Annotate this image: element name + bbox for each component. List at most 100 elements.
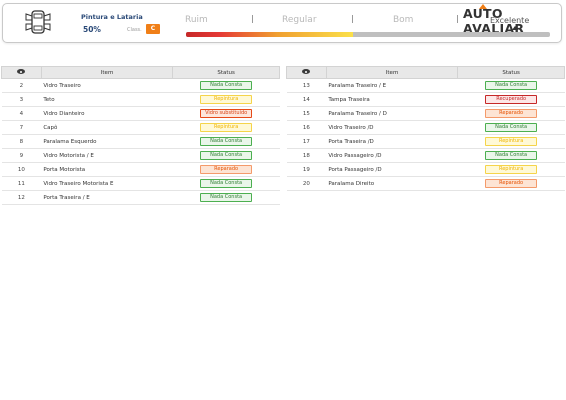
row-number: 15 (286, 106, 327, 121)
row-status-cell: Nada Consta (172, 148, 280, 163)
table-row: 13 Paralama Traseiro / E Nada Consta (286, 78, 565, 93)
items-table-right: Item Status 13 Paralama Traseiro / E Nada … (286, 66, 565, 191)
status-badge: Repintura (485, 165, 538, 174)
row-item-name: Porta Traseira / E (41, 190, 173, 205)
row-item-name: Paralama Esquerdo (41, 134, 173, 149)
row-number: 7 (1, 120, 42, 135)
score-progress-fill (186, 32, 354, 37)
row-number: 4 (1, 106, 42, 121)
row-status-cell: Nada Consta (172, 78, 280, 93)
row-item-name: Vidro Dianteiro (41, 106, 173, 121)
row-item-name: Vidro Passageiro /D (326, 148, 458, 163)
row-status-cell: Nada Consta (457, 78, 565, 93)
row-item-name: Tampa Traseira (326, 92, 458, 107)
row-number: 13 (286, 78, 327, 93)
table-row: 3 Teto Repintura (1, 92, 280, 107)
table-row: 19 Porta Passageiro /D Repintura (286, 162, 565, 177)
row-item-name: Paralama Traseiro / E (326, 78, 458, 93)
status-badge: Repintura (485, 137, 538, 146)
row-item-name: Teto (41, 92, 173, 107)
status-badge: Nada Consta (200, 137, 253, 146)
class-badge: C (146, 24, 160, 34)
row-status-cell: Repintura (172, 120, 280, 135)
status-badge: Repintura (200, 123, 253, 132)
status-badge: Repintura (200, 95, 253, 104)
eye-column-header (1, 66, 42, 79)
section-percent: 50% (83, 25, 101, 34)
scale-label-regular: Regular (282, 15, 317, 25)
table-row: 15 Paralama Traseiro / D Reparado (286, 106, 565, 121)
row-item-name: Capô (41, 120, 173, 135)
row-status-cell: Recuperado (457, 92, 565, 107)
status-badge: Nada Consta (200, 193, 253, 202)
row-number: 18 (286, 148, 327, 163)
status-badge: Nada Consta (200, 151, 253, 160)
status-column-header: Status (172, 66, 280, 79)
row-item-name: Vidro Traseiro (41, 78, 173, 93)
row-number: 20 (286, 176, 327, 191)
items-table-left: Item Status 2 Vidro Traseiro Nada Consta 3 T… (1, 66, 280, 205)
status-badge: Nada Consta (485, 123, 538, 132)
status-badge: Nada Consta (200, 179, 253, 188)
table-row: 10 Porta Motorista Reparado (1, 162, 280, 177)
row-status-cell: Repintura (457, 162, 565, 177)
scale-separator (457, 15, 458, 23)
row-number: 10 (1, 162, 42, 177)
score-progress-bar (186, 32, 550, 37)
table-row: 20 Paralama Direito Reparado (286, 176, 565, 191)
table-row: 16 Vidro Traseiro /D Nada Consta (286, 120, 565, 135)
evaluation-header: Pintura e Lataria 50% Class. C Ruim Regu… (2, 3, 562, 43)
scale-separator (352, 15, 353, 23)
row-number: 17 (286, 134, 327, 149)
row-status-cell: Reparado (457, 176, 565, 191)
status-badge: Reparado (485, 109, 538, 118)
status-badge: Nada Consta (485, 81, 538, 90)
row-item-name: Porta Motorista (41, 162, 173, 177)
row-item-name: Porta Traseira /D (326, 134, 458, 149)
scale-separator (252, 15, 253, 23)
status-badge: Vidro substituído (200, 109, 253, 118)
status-badge: Nada Consta (200, 81, 253, 90)
row-number: 3 (1, 92, 42, 107)
item-column-header: Item (325, 66, 459, 79)
row-number: 16 (286, 120, 327, 135)
row-status-cell: Nada Consta (457, 148, 565, 163)
logo-chevron-icon (479, 4, 487, 9)
row-status-cell: Reparado (457, 106, 565, 121)
row-number: 8 (1, 134, 42, 149)
table-row: 9 Vidro Motorista / E Nada Consta (1, 148, 280, 163)
row-status-cell: Vidro substituído (172, 106, 280, 121)
row-item-name: Vidro Motorista / E (41, 148, 173, 163)
status-badge: Reparado (485, 179, 538, 188)
table-row: 12 Porta Traseira / E Nada Consta (1, 190, 280, 205)
row-number: 9 (1, 148, 42, 163)
row-number: 14 (286, 92, 327, 107)
status-badge: Nada Consta (485, 151, 538, 160)
row-number: 2 (1, 78, 42, 93)
row-item-name: Paralama Traseiro / D (326, 106, 458, 121)
row-status-cell: Nada Consta (172, 176, 280, 191)
row-item-name: Porta Passageiro /D (326, 162, 458, 177)
row-status-cell: Repintura (172, 92, 280, 107)
class-label: Class. (127, 27, 142, 33)
row-number: 19 (286, 162, 327, 177)
table-row: 4 Vidro Dianteiro Vidro substituído (1, 106, 280, 121)
row-status-cell: Nada Consta (457, 120, 565, 135)
row-number: 12 (1, 190, 42, 205)
section-title: Pintura e Lataria (81, 13, 143, 21)
table-row: 11 Vidro Traseiro Motorista E Nada Consta (1, 176, 280, 191)
row-status-cell: Reparado (172, 162, 280, 177)
status-badge: Recuperado (485, 95, 538, 104)
table-row: 14 Tampa Traseira Recuperado (286, 92, 565, 107)
table-row: 8 Paralama Esquerdo Nada Consta (1, 134, 280, 149)
table-header-row: Item Status (1, 66, 280, 79)
eye-column-header (286, 66, 327, 79)
car-body-icon (25, 10, 51, 34)
row-status-cell: Nada Consta (172, 134, 280, 149)
table-row: 2 Vidro Traseiro Nada Consta (1, 78, 280, 93)
row-status-cell: Nada Consta (172, 190, 280, 205)
row-status-cell: Repintura (457, 134, 565, 149)
status-column-header: Status (457, 66, 565, 79)
eye-icon (16, 69, 26, 75)
table-row: 7 Capô Repintura (1, 120, 280, 135)
